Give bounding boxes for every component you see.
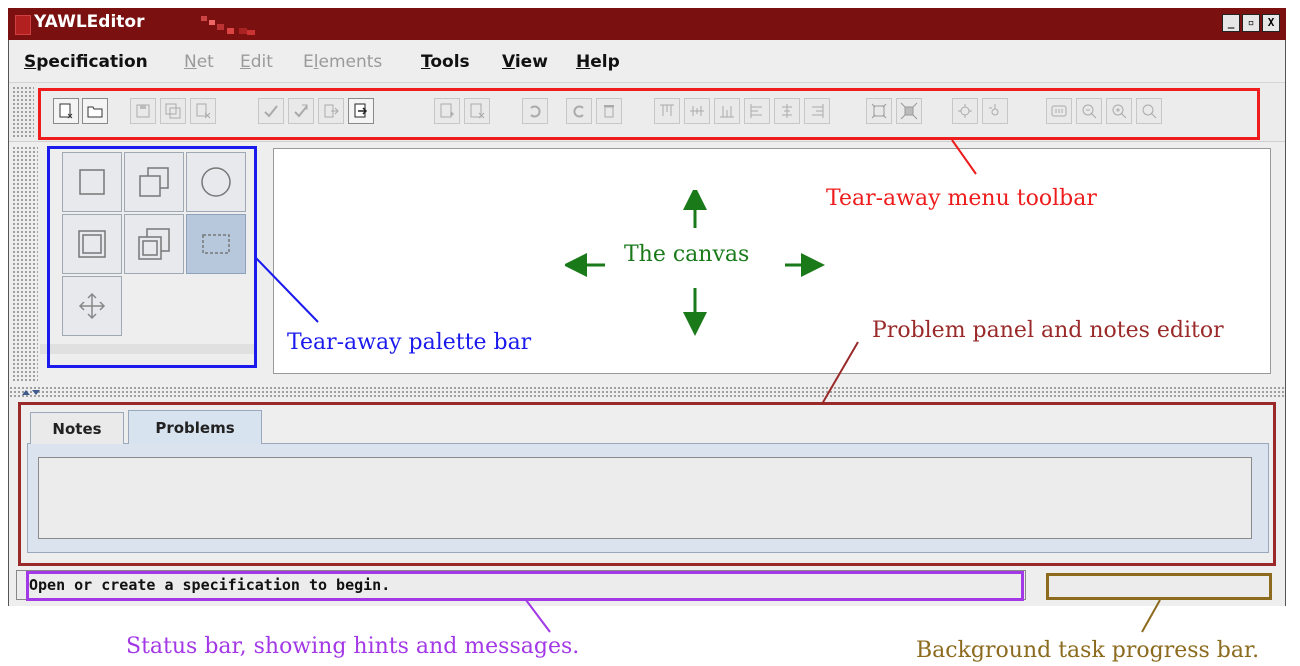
menu-help[interactable]: Help bbox=[576, 52, 620, 72]
toolbar-drag-handle[interactable] bbox=[12, 86, 34, 138]
progress-annotation: Background task progress bar. bbox=[916, 638, 1260, 663]
maximize-button[interactable]: ▫ bbox=[1242, 14, 1260, 32]
menu-label: elp bbox=[590, 52, 620, 72]
split-pane-divider[interactable] bbox=[9, 386, 1285, 398]
status-highlight-box bbox=[26, 571, 1024, 601]
status-annotation-line bbox=[525, 599, 551, 633]
palette-drag-handle[interactable] bbox=[12, 146, 38, 382]
minimize-button[interactable]: _ bbox=[1222, 14, 1240, 32]
canvas-arrows-icon bbox=[565, 190, 825, 336]
progress-highlight-box bbox=[1046, 573, 1272, 600]
toolbar-annotation: Tear-away menu toolbar bbox=[826, 186, 1097, 211]
menu-label: ements bbox=[318, 52, 383, 72]
problem-panel-highlight-box bbox=[18, 402, 1276, 566]
menu-tools[interactable]: Tools bbox=[421, 52, 470, 72]
palette-highlight-box bbox=[47, 146, 257, 368]
menu-label: pecification bbox=[36, 52, 148, 72]
menu-mnemonic: T bbox=[421, 52, 431, 72]
menu-label: dit bbox=[250, 52, 273, 72]
menu-specification[interactable]: Specification bbox=[24, 52, 148, 72]
menu-label: iew bbox=[514, 52, 548, 72]
menu-mnemonic: S bbox=[24, 52, 37, 72]
menu-net[interactable]: Net bbox=[184, 52, 214, 72]
split-arrows-icon[interactable] bbox=[20, 386, 44, 398]
palette-annotation-line bbox=[255, 257, 319, 323]
menu-mnemonic: V bbox=[502, 52, 515, 72]
window-title: YAWLEditor bbox=[34, 12, 145, 32]
toolbar-highlight-box bbox=[38, 88, 1260, 140]
menu-label: et bbox=[196, 52, 214, 72]
progress-annotation-line bbox=[1141, 599, 1161, 633]
app-logo-icon bbox=[15, 15, 31, 35]
menu-mnemonic: H bbox=[576, 52, 591, 72]
title-decoration-icon bbox=[201, 16, 255, 35]
palette-annotation: Tear-away palette bar bbox=[287, 330, 532, 355]
status-annotation: Status bar, showing hints and messages. bbox=[126, 634, 580, 659]
close-button[interactable]: X bbox=[1262, 14, 1280, 32]
menu-edit[interactable]: Edit bbox=[240, 52, 273, 72]
menu-label: ools bbox=[430, 52, 470, 72]
toolbar-annotation-line bbox=[951, 139, 977, 175]
menu-label-prefix: E bbox=[303, 52, 314, 72]
menu-mnemonic: E bbox=[240, 52, 251, 72]
problem-panel-annotation: Problem panel and notes editor bbox=[872, 318, 1224, 343]
menu-elements[interactable]: Elements bbox=[303, 52, 382, 72]
problem-annotation-line bbox=[821, 341, 859, 405]
menu-mnemonic: N bbox=[184, 52, 197, 72]
menu-view[interactable]: View bbox=[502, 52, 548, 72]
